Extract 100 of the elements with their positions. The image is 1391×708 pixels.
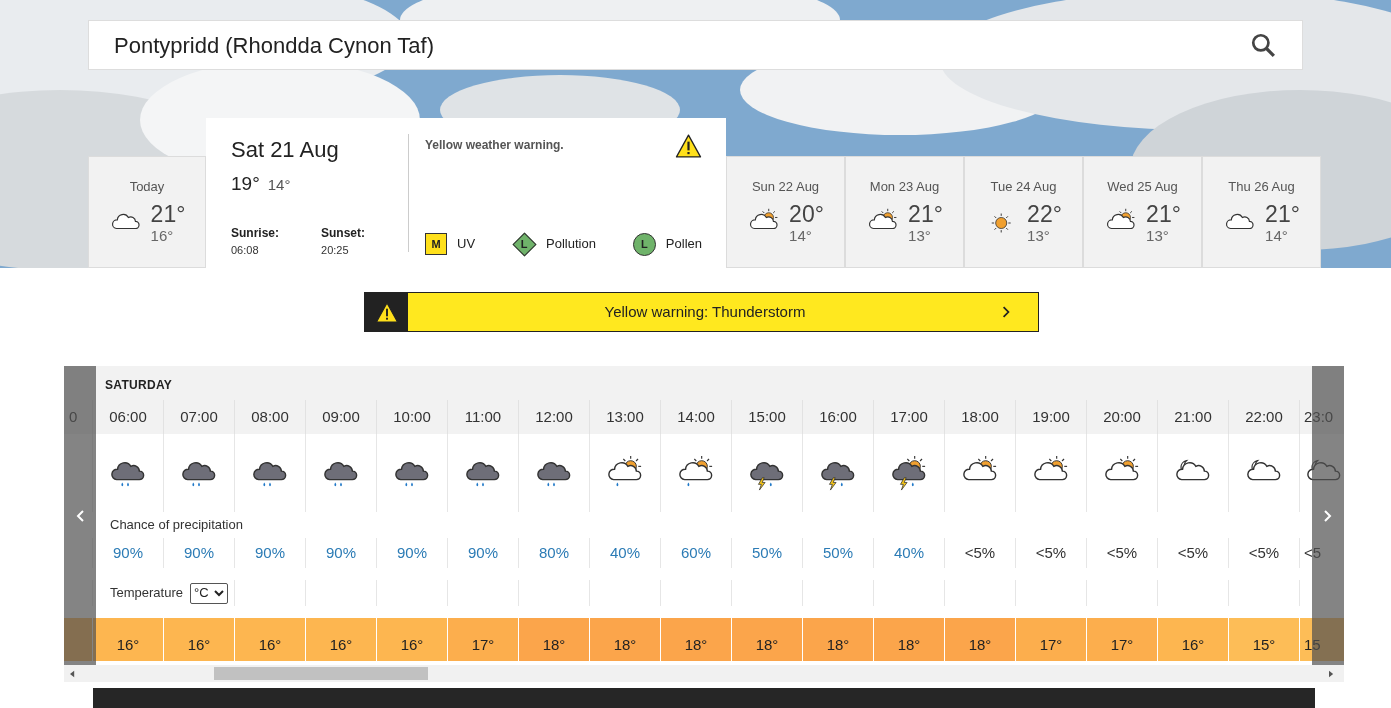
day-label: Thu 26 Aug bbox=[1228, 178, 1295, 196]
temperature-bar: 15° bbox=[1229, 618, 1299, 661]
pollution-level-badge: L bbox=[512, 232, 536, 256]
precipitation-chance: 40% bbox=[610, 542, 640, 563]
temperature-bar: 16° bbox=[93, 618, 163, 661]
day-heading: SATURDAY bbox=[105, 377, 173, 394]
hour-label: 17:00 bbox=[890, 406, 928, 427]
temperature-bar: 16° bbox=[235, 618, 305, 661]
selected-day-card[interactable]: Sat 21 Aug 19° 14° Sunrise: 06:08 Sunset: 20:25 Yellow weather warning. M UV L Pollution L Pollen bbox=[206, 118, 726, 268]
warning-banner[interactable]: Yellow warning: Thunderstorm bbox=[364, 292, 1039, 332]
uv-level-badge: M bbox=[425, 233, 447, 255]
day-card[interactable]: Thu 26 Aug 21° 14° bbox=[1202, 156, 1321, 268]
scrollbar-thumb[interactable] bbox=[214, 667, 428, 680]
low-temperature: 14° bbox=[1265, 227, 1289, 243]
temperature-bar: 16° bbox=[1158, 618, 1228, 661]
horizontal-scrollbar[interactable] bbox=[64, 665, 1344, 682]
temperature-bar: 17° bbox=[1016, 618, 1086, 661]
precipitation-chance: 90% bbox=[113, 542, 143, 563]
chevron-right-icon bbox=[1002, 306, 1010, 318]
temperature-bar: 16° bbox=[164, 618, 234, 661]
day-label: Wed 25 Aug bbox=[1107, 178, 1178, 196]
hour-label: 14:00 bbox=[677, 406, 715, 427]
low-temperature: 14° bbox=[267, 174, 291, 195]
day-label: Tue 24 Aug bbox=[990, 178, 1057, 196]
low-temperature: 13° bbox=[1146, 227, 1170, 243]
temperature-bar: 17° bbox=[448, 618, 518, 661]
precipitation-chance: <5% bbox=[1248, 542, 1280, 563]
low-temperature: 16° bbox=[150, 227, 175, 243]
day-date: Sat 21 Aug bbox=[231, 136, 340, 164]
hour-label: 19:00 bbox=[1032, 406, 1070, 427]
sunset-label: Sunset: bbox=[321, 225, 366, 242]
hour-label: 11:00 bbox=[464, 406, 502, 427]
warning-text: Yellow weather warning. bbox=[425, 137, 564, 154]
precipitation-chance: 50% bbox=[752, 542, 782, 563]
hour-label: 09:00 bbox=[322, 406, 360, 427]
unit-select[interactable]: °C bbox=[190, 582, 228, 604]
high-temperature: 21° bbox=[1265, 202, 1300, 226]
chevron-right-icon bbox=[1324, 509, 1332, 522]
day-card[interactable]: Today 21° 16° bbox=[88, 156, 206, 268]
sunrise-time: 06:08 bbox=[231, 243, 260, 258]
hour-label: 0 bbox=[69, 406, 78, 427]
index-label: Pollen bbox=[665, 235, 702, 254]
temperature-bar: 17° bbox=[1087, 618, 1157, 661]
sunset-time: 20:25 bbox=[321, 243, 350, 258]
high-temperature: 21° bbox=[908, 202, 943, 226]
warning-banner-text: Yellow warning: Thunderstorm bbox=[603, 301, 807, 322]
precipitation-chance: 40% bbox=[894, 542, 924, 563]
temperature-bar: 18° bbox=[590, 618, 660, 661]
warning-icon bbox=[675, 134, 702, 158]
precipitation-chance: 90% bbox=[184, 542, 214, 563]
precipitation-chance: 90% bbox=[326, 542, 356, 563]
precipitation-chance: <5% bbox=[1177, 542, 1209, 563]
precipitation-chance: 50% bbox=[823, 542, 853, 563]
hour-label: 20:00 bbox=[1103, 406, 1141, 427]
index-label: UV bbox=[457, 235, 476, 254]
temperature-label: Temperature bbox=[110, 584, 183, 603]
day-card[interactable]: Tue 24 Aug 22° 13° bbox=[964, 156, 1083, 268]
scroll-right-icon[interactable] bbox=[1329, 669, 1334, 678]
sunrise-label: Sunrise: bbox=[231, 225, 279, 242]
precipitation-chance: 90% bbox=[468, 542, 498, 563]
hour-label: 13:00 bbox=[606, 406, 644, 427]
day-label: Today bbox=[129, 178, 165, 196]
day-label: Sun 22 Aug bbox=[751, 178, 820, 196]
precipitation-chance: <5% bbox=[1106, 542, 1138, 563]
hour-label: 15:00 bbox=[748, 406, 786, 427]
day-card[interactable]: Wed 25 Aug 21° 13° bbox=[1083, 156, 1202, 268]
high-temperature: 21° bbox=[1146, 202, 1181, 226]
low-temperature: 13° bbox=[1027, 227, 1051, 243]
precipitation-chance: 60% bbox=[681, 542, 711, 563]
hour-label: 21:00 bbox=[1174, 406, 1212, 427]
precipitation-chance: 90% bbox=[255, 542, 285, 563]
low-temperature: 13° bbox=[908, 227, 932, 243]
day-card[interactable]: Sun 22 Aug 20° 14° bbox=[726, 156, 845, 268]
hour-label: 18:00 bbox=[961, 406, 999, 427]
warning-icon bbox=[374, 301, 399, 323]
day-label: Mon 23 Aug bbox=[869, 178, 940, 196]
hour-label: 22:00 bbox=[1245, 406, 1283, 427]
high-temperature: 20° bbox=[789, 202, 824, 226]
precipitation-chance: 80% bbox=[539, 542, 569, 563]
scroll-left-icon[interactable] bbox=[70, 669, 75, 678]
hour-label: 06:00 bbox=[109, 406, 147, 427]
temperature-bar: 18° bbox=[945, 618, 1015, 661]
temperature-bar: 18° bbox=[874, 618, 944, 661]
temperature-bar: 16° bbox=[377, 618, 447, 661]
temperature-bar: 18° bbox=[519, 618, 589, 661]
pollen-level-badge: L bbox=[632, 232, 656, 256]
high-temperature: 22° bbox=[1027, 202, 1062, 226]
low-temperature: 14° bbox=[789, 227, 813, 243]
precipitation-label: Chance of precipitation bbox=[110, 516, 243, 535]
hour-label: 12:00 bbox=[535, 406, 573, 427]
temperature-bar: 16° bbox=[306, 618, 376, 661]
hour-label: 07:00 bbox=[180, 406, 218, 427]
hour-label: 16:00 bbox=[819, 406, 857, 427]
day-card[interactable]: Mon 23 Aug 21° 13° bbox=[845, 156, 964, 268]
temperature-bar: 18° bbox=[661, 618, 731, 661]
search-value: Pontypridd (Rhondda Cynon Taf) bbox=[114, 31, 434, 60]
caret-icon bbox=[213, 589, 224, 597]
search-field[interactable]: Pontypridd (Rhondda Cynon Taf) bbox=[88, 20, 1303, 70]
precipitation-chance: 90% bbox=[397, 542, 427, 563]
search-icon[interactable] bbox=[1250, 32, 1276, 58]
